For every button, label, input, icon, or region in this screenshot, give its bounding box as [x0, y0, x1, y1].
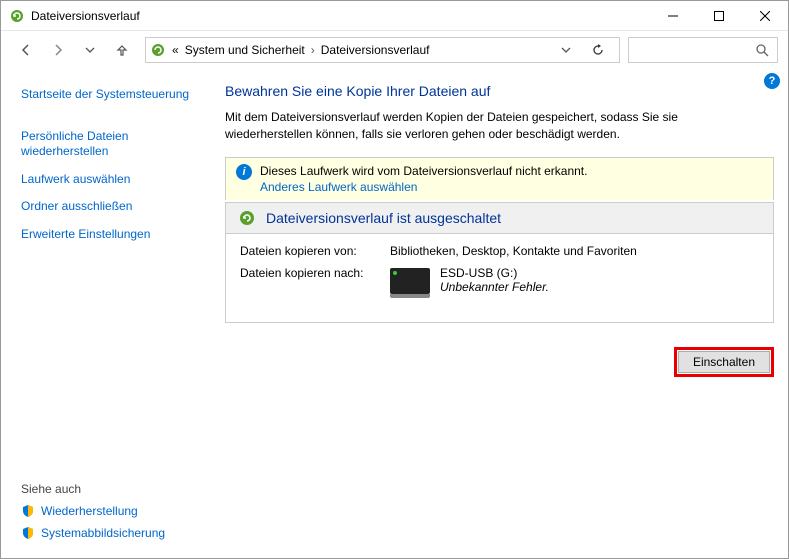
- forward-button[interactable]: [43, 35, 73, 65]
- status-panel-header: Dateiversionsverlauf ist ausgeschaltet: [226, 203, 773, 234]
- recent-dropdown[interactable]: [75, 35, 105, 65]
- maximize-button[interactable]: [696, 1, 742, 31]
- see-also-system-image[interactable]: Systemabbildsicherung: [21, 526, 201, 540]
- file-history-icon: [238, 209, 256, 227]
- search-input[interactable]: [628, 37, 778, 63]
- help-icon[interactable]: ?: [764, 73, 780, 89]
- page-description: Mit dem Dateiversionsverlauf werden Kopi…: [225, 109, 765, 143]
- warning-text: Dieses Laufwerk wird vom Dateiversionsve…: [260, 164, 587, 178]
- shield-icon: [21, 526, 35, 540]
- breadcrumb-segment[interactable]: Dateiversionsverlauf: [321, 43, 430, 57]
- see-also-recovery[interactable]: Wiederherstellung: [21, 504, 201, 518]
- address-icon: [150, 42, 166, 58]
- address-dropdown[interactable]: [561, 45, 585, 55]
- refresh-button[interactable]: [591, 43, 615, 57]
- see-also-label: Wiederherstellung: [41, 504, 138, 518]
- shield-icon: [21, 504, 35, 518]
- sidebar-link-exclude-folders[interactable]: Ordner ausschließen: [21, 199, 201, 215]
- breadcrumb-segment[interactable]: System und Sicherheit: [185, 43, 305, 57]
- copy-to-label: Dateien kopieren nach:: [240, 266, 390, 298]
- drive-icon: [390, 266, 430, 298]
- window-title: Dateiversionsverlauf: [31, 9, 140, 23]
- back-button[interactable]: [11, 35, 41, 65]
- sidebar-home-link[interactable]: Startseite der Systemsteuerung: [21, 87, 201, 103]
- warning-banner: i Dieses Laufwerk wird vom Dateiversions…: [225, 157, 774, 200]
- minimize-button[interactable]: [650, 1, 696, 31]
- address-bar[interactable]: « System und Sicherheit › Dateiversionsv…: [145, 37, 620, 63]
- sidebar: Startseite der Systemsteuerung Persönlic…: [1, 69, 211, 558]
- drive-error: Unbekannter Fehler.: [440, 280, 549, 294]
- drive-name: ESD-USB (G:): [440, 266, 549, 280]
- app-icon: [9, 8, 25, 24]
- sidebar-link-advanced[interactable]: Erweiterte Einstellungen: [21, 227, 201, 243]
- sidebar-link-select-drive[interactable]: Laufwerk auswählen: [21, 172, 201, 188]
- info-icon: i: [236, 164, 252, 180]
- copy-from-value: Bibliotheken, Desktop, Kontakte und Favo…: [390, 244, 637, 258]
- search-icon: [755, 43, 769, 57]
- main-panel: ? Bewahren Sie eine Kopie Ihrer Dateien …: [211, 69, 788, 558]
- enable-button[interactable]: Einschalten: [678, 351, 770, 373]
- status-panel-title: Dateiversionsverlauf ist ausgeschaltet: [266, 210, 501, 226]
- up-button[interactable]: [107, 35, 137, 65]
- see-also-label: Systemabbildsicherung: [41, 526, 165, 540]
- warning-link-select-drive[interactable]: Anderes Laufwerk auswählen: [260, 180, 587, 194]
- see-also-heading: Siehe auch: [21, 482, 201, 496]
- titlebar: Dateiversionsverlauf: [1, 1, 788, 31]
- sidebar-link-restore[interactable]: Persönliche Dateien wiederherstellen: [21, 129, 201, 160]
- status-panel: Dateiversionsverlauf ist ausgeschaltet D…: [225, 202, 774, 323]
- chevron-right-icon: ›: [311, 43, 315, 57]
- page-heading: Bewahren Sie eine Kopie Ihrer Dateien au…: [225, 83, 774, 99]
- copy-from-label: Dateien kopieren von:: [240, 244, 390, 258]
- close-button[interactable]: [742, 1, 788, 31]
- navigation-bar: « System und Sicherheit › Dateiversionsv…: [1, 31, 788, 69]
- breadcrumb-prefix: «: [172, 43, 179, 57]
